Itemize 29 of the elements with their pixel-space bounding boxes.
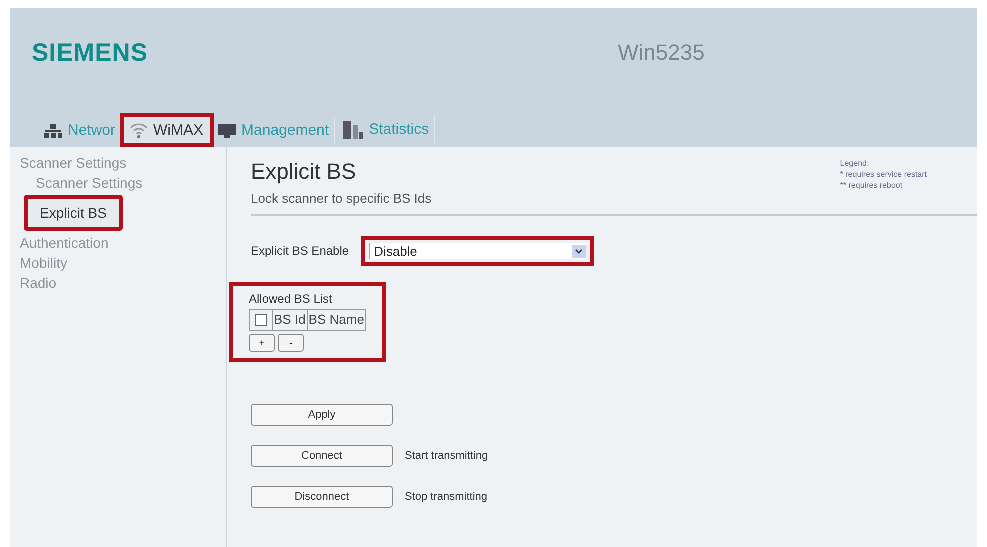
network-icon bbox=[43, 122, 63, 138]
button-note: Stop transmitting bbox=[405, 491, 488, 503]
legend-item: * requires service restart bbox=[840, 170, 927, 179]
enable-dropdown[interactable]: Disable bbox=[361, 236, 594, 266]
bar-chart-icon bbox=[342, 119, 364, 139]
tab-label: WiMAX bbox=[154, 122, 204, 138]
button-note: Start transmitting bbox=[405, 450, 488, 462]
action-button[interactable]: Disconnect bbox=[251, 486, 393, 508]
list-title: Allowed BS List bbox=[249, 292, 334, 306]
remove-button[interactable]: - bbox=[278, 334, 304, 352]
select-all-checkbox[interactable] bbox=[255, 314, 267, 326]
legend-item: ** requires reboot bbox=[840, 181, 904, 190]
column-header: BS Name bbox=[306, 310, 366, 330]
device-name: Win5235 bbox=[618, 40, 705, 66]
tab-label: Statistics bbox=[369, 120, 430, 138]
monitor-icon bbox=[216, 122, 237, 138]
legend-title: Legend: bbox=[840, 159, 870, 168]
tab-label: Networ bbox=[68, 122, 116, 139]
page-title: Explicit BS bbox=[251, 159, 358, 185]
sidebar-item[interactable]: Explicit BS bbox=[24, 195, 123, 231]
tab-label: Management bbox=[242, 122, 330, 139]
action-button[interactable]: Connect bbox=[251, 445, 393, 467]
wifi-icon bbox=[128, 121, 149, 139]
column-header: BS Id bbox=[272, 310, 307, 330]
logo: SIEMENS bbox=[32, 38, 148, 68]
page-subtitle: Lock scanner to specific BS Ids bbox=[251, 191, 432, 206]
field-label: Explicit BS Enable bbox=[251, 244, 350, 258]
add-button[interactable]: + bbox=[249, 334, 275, 352]
action-button[interactable]: Apply bbox=[251, 404, 393, 426]
